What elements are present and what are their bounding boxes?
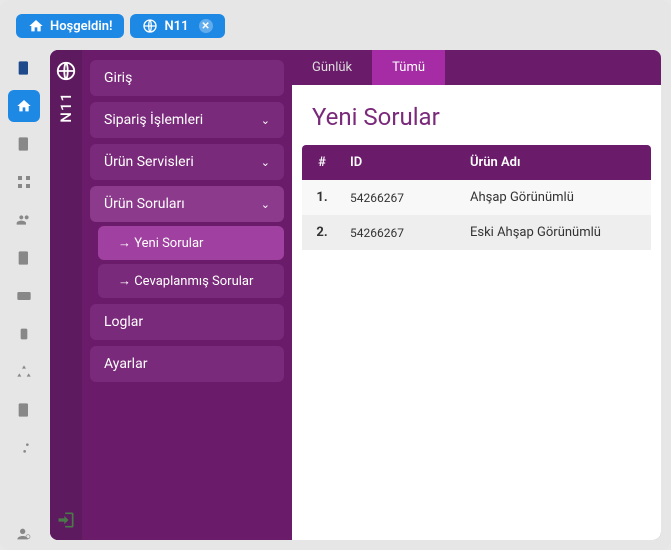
chevron-down-icon: ⌄ <box>261 198 270 211</box>
sidebar-item-siparis[interactable]: Sipariş İşlemleri ⌄ <box>90 102 284 138</box>
cell-id: 54266267 <box>342 216 462 250</box>
cell-number: 2. <box>302 215 342 250</box>
sidebar-item-label: Ürün Soruları <box>104 196 185 212</box>
sub-item-label: → Yeni Sorular <box>118 236 203 251</box>
icon-rail <box>0 46 48 550</box>
th-id: ID <box>342 145 462 180</box>
sub-item-label: → Cevaplanmış Sorular <box>118 274 253 289</box>
main-area: N11 Giriş Sipariş İşlemleri ⌄ Ürün Servi… <box>0 46 671 550</box>
sidebar-item-label: Loglar <box>104 314 143 330</box>
questions-table: # ID Ürün Adı 1. 54266267 Ahşap Görünüml… <box>302 145 651 250</box>
table-row[interactable]: 2. 54266267 Eski Ahşap Görünümlü <box>302 215 651 250</box>
sidebar: Giriş Sipariş İşlemleri ⌄ Ürün Servisler… <box>82 50 292 540</box>
home-icon <box>28 18 44 34</box>
sidebar-item-label: Ürün Servisleri <box>104 154 194 170</box>
rail-book[interactable] <box>8 52 40 84</box>
tab-tumu[interactable]: Tümü <box>372 50 445 85</box>
sidebar-item-label: Ayarlar <box>104 356 147 372</box>
chevron-down-icon: ⌄ <box>261 114 270 127</box>
sidebar-item-urun-servisleri[interactable]: Ürün Servisleri ⌄ <box>90 144 284 180</box>
tab-gunluk[interactable]: Günlük <box>292 50 372 85</box>
brand-label: N11 <box>57 92 75 123</box>
module: N11 Giriş Sipariş İşlemleri ⌄ Ürün Servi… <box>50 50 661 540</box>
rail-recycle[interactable] <box>8 356 40 388</box>
cell-name: Eski Ahşap Görünümlü <box>462 215 651 250</box>
sidebar-submenu: → Yeni Sorular → Cevaplanmış Sorular <box>90 226 284 298</box>
cell-name: Ahşap Görünümlü <box>462 180 651 215</box>
tab-welcome[interactable]: Hoşgeldin! <box>16 14 124 38</box>
rail-book4[interactable] <box>8 394 40 426</box>
brand-globe-icon <box>55 60 77 82</box>
sidebar-item-loglar[interactable]: Loglar <box>90 304 284 340</box>
logout-icon[interactable] <box>56 510 76 530</box>
sub-item-cevaplanmis[interactable]: → Cevaplanmış Sorular <box>98 264 284 298</box>
app-root: Hoşgeldin! N11 ✕ <box>0 0 671 550</box>
globe-icon <box>142 18 158 34</box>
content-panel: Günlük Tümü Yeni Sorular # ID Ürün Adı 1… <box>292 50 661 540</box>
brand-strip: N11 <box>50 50 82 540</box>
rail-sliders[interactable] <box>8 432 40 464</box>
th-name: Ürün Adı <box>462 145 651 180</box>
page-title: Yeni Sorular <box>292 85 661 145</box>
sidebar-item-label: Giriş <box>104 70 132 86</box>
th-number: # <box>302 145 342 180</box>
table-row[interactable]: 1. 54266267 Ahşap Görünümlü <box>302 180 651 215</box>
sidebar-item-urun-sorulari[interactable]: Ürün Soruları ⌄ <box>90 186 284 222</box>
rail-book2[interactable] <box>8 128 40 160</box>
rail-card[interactable] <box>8 280 40 312</box>
tab-welcome-label: Hoşgeldin! <box>50 19 112 34</box>
table-header: # ID Ürün Adı <box>302 145 651 180</box>
sidebar-item-ayarlar[interactable]: Ayarlar <box>90 346 284 382</box>
rail-book3[interactable] <box>8 242 40 274</box>
cell-number: 1. <box>302 180 342 215</box>
tab-n11-label: N11 <box>164 19 188 34</box>
sub-item-yeni-sorular[interactable]: → Yeni Sorular <box>98 226 284 260</box>
rail-users[interactable] <box>8 204 40 236</box>
close-icon[interactable]: ✕ <box>199 19 213 33</box>
cell-id: 54266267 <box>342 181 462 215</box>
sidebar-item-giris[interactable]: Giriş <box>90 60 284 96</box>
chevron-down-icon: ⌄ <box>261 156 270 169</box>
content-tabs: Günlük Tümü <box>292 50 661 85</box>
rail-device[interactable] <box>8 318 40 350</box>
rail-grid[interactable] <box>8 166 40 198</box>
rail-user-settings[interactable] <box>8 518 40 550</box>
tab-n11[interactable]: N11 ✕ <box>130 14 224 38</box>
sidebar-item-label: Sipariş İşlemleri <box>104 112 203 128</box>
rail-home[interactable] <box>8 90 40 122</box>
top-tabs: Hoşgeldin! N11 ✕ <box>0 0 671 46</box>
